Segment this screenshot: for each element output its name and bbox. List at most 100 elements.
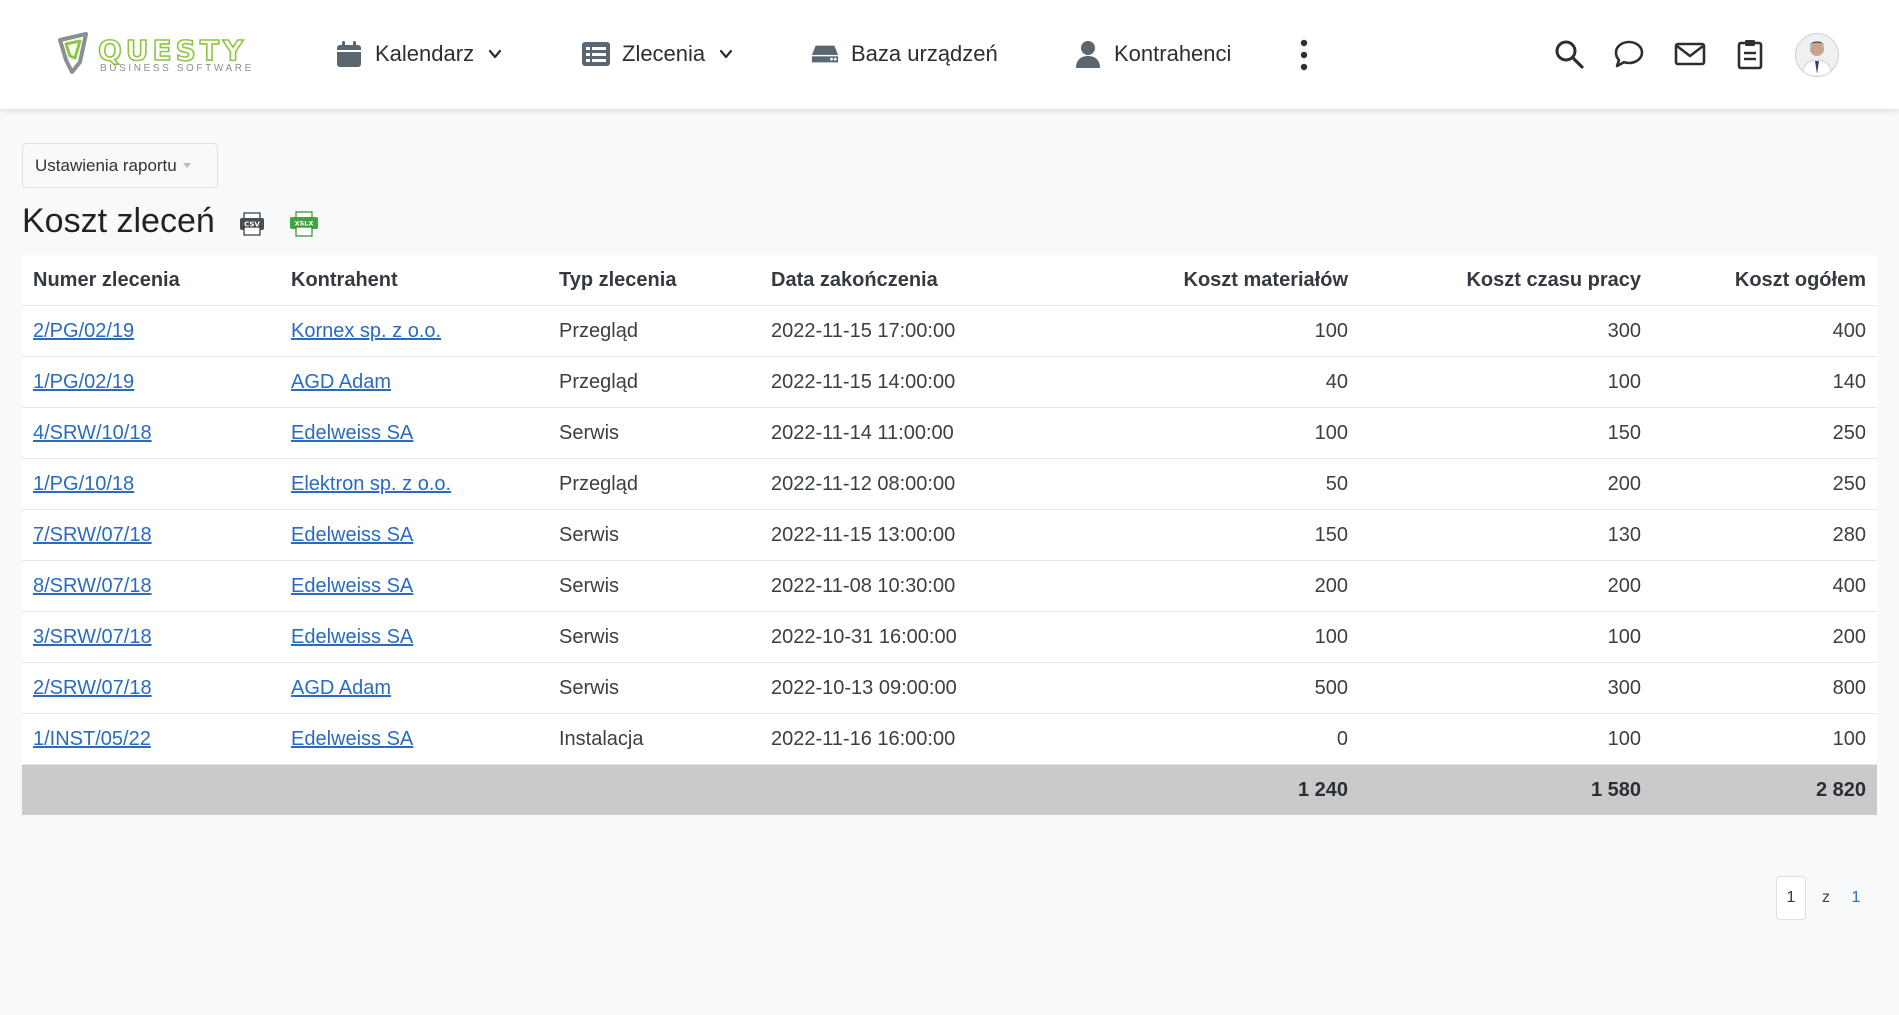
materials-cost: 50 [1066,458,1359,510]
contractor-cell: Edelweiss SA [280,509,548,561]
order-cell: 1/INST/05/22 [22,713,280,765]
export-xlsx-icon[interactable]: XSLX [289,211,319,237]
cost-report-table: Numer zlecenia Kontrahent Typ zlecenia D… [22,255,1877,815]
end-date: 2022-11-08 10:30:00 [760,560,1066,612]
user-avatar[interactable] [1795,33,1839,77]
order-type: Przegląd [548,458,760,510]
materials-cost: 150 [1066,509,1359,561]
total-cost: 100 [1652,713,1877,765]
search-icon[interactable] [1553,38,1585,70]
page-title: Koszt zleceń [22,202,215,240]
total-cost: 250 [1652,458,1877,510]
order-type: Serwis [548,611,760,663]
contractor-link[interactable]: Edelweiss SA [291,728,413,750]
materials-cost: 100 [1066,611,1359,663]
materials-cost: 200 [1066,560,1359,612]
calendar-icon [335,40,363,68]
user-icon [1074,40,1102,68]
column-header-labor[interactable]: Koszt czasu pracy [1359,255,1652,306]
total-cost: 250 [1652,407,1877,459]
total-cost: 800 [1652,662,1877,714]
labor-cost: 100 [1359,356,1652,408]
totals-empty-cell [280,764,548,815]
end-date: 2022-11-15 13:00:00 [760,509,1066,561]
order-type: Przegląd [548,305,760,357]
chat-icon[interactable] [1613,38,1645,70]
end-date: 2022-11-15 17:00:00 [760,305,1066,357]
last-page-link[interactable]: 1 [1846,889,1866,907]
labor-cost: 200 [1359,458,1652,510]
order-link[interactable]: 2/SRW/07/18 [33,677,152,699]
nav-devices[interactable]: Baza urządzeń [811,36,998,72]
export-xlsx-text: XSLX [295,220,314,228]
table-row: 2/PG/02/19 Kornex sp. z o.o. Przegląd 20… [22,305,1877,357]
order-link[interactable]: 4/SRW/10/18 [33,422,152,444]
totals-row: 1 240 1 580 2 820 [22,764,1877,815]
total-cost: 140 [1652,356,1877,408]
contractor-link[interactable]: Elektron sp. z o.o. [291,473,451,495]
order-cell: 2/SRW/07/18 [22,662,280,714]
contractor-link[interactable]: AGD Adam [291,371,391,393]
export-csv-icon[interactable]: CSV [239,212,265,236]
order-cell: 7/SRW/07/18 [22,509,280,561]
end-date: 2022-10-13 09:00:00 [760,662,1066,714]
labor-cost: 100 [1359,611,1652,663]
table-row: 2/SRW/07/18 AGD Adam Serwis 2022-10-13 0… [22,662,1877,714]
column-header-total[interactable]: Koszt ogółem [1652,255,1877,306]
labor-cost: 100 [1359,713,1652,765]
order-link[interactable]: 7/SRW/07/18 [33,524,152,546]
labor-cost: 200 [1359,560,1652,612]
order-link[interactable]: 1/PG/10/18 [33,473,134,495]
column-header-end-date[interactable]: Data zakończenia [760,255,1066,306]
column-header-order[interactable]: Numer zlecenia [22,255,280,306]
contractor-link[interactable]: Edelweiss SA [291,422,413,444]
contractor-link[interactable]: Edelweiss SA [291,626,413,648]
contractor-cell: Elektron sp. z o.o. [280,458,548,510]
order-type: Serwis [548,407,760,459]
materials-cost: 100 [1066,305,1359,357]
current-page-input[interactable]: 1 [1776,876,1806,920]
chevron-down-icon [488,49,502,59]
materials-cost: 500 [1066,662,1359,714]
contractor-link[interactable]: Edelweiss SA [291,524,413,546]
order-link[interactable]: 1/INST/05/22 [33,728,151,750]
questy-logo[interactable]: QUESTY BUSINESS SOFTWARE [56,32,278,76]
column-header-type[interactable]: Typ zlecenia [548,255,760,306]
order-link[interactable]: 1/PG/02/19 [33,371,134,393]
clipboard-icon[interactable] [1734,38,1766,70]
nav-orders[interactable]: Zlecenia [582,36,733,72]
contractor-link[interactable]: Edelweiss SA [291,575,413,597]
avatar-image [1796,34,1838,76]
labor-cost: 300 [1359,662,1652,714]
total-labor-cost: 1 580 [1359,764,1652,815]
order-cell: 8/SRW/07/18 [22,560,280,612]
order-link[interactable]: 3/SRW/07/18 [33,626,152,648]
order-link[interactable]: 2/PG/02/19 [33,320,134,342]
order-cell: 1/PG/10/18 [22,458,280,510]
top-navbar: QUESTY BUSINESS SOFTWARE Kalendarz Zlece… [0,0,1899,109]
contractor-cell: AGD Adam [280,662,548,714]
contractor-cell: Edelweiss SA [280,713,548,765]
contractor-link[interactable]: AGD Adam [291,677,391,699]
order-type: Serwis [548,560,760,612]
nav-contractors[interactable]: Kontrahenci [1074,36,1231,72]
nav-calendar[interactable]: Kalendarz [335,36,502,72]
contractor-cell: Edelweiss SA [280,560,548,612]
column-header-materials[interactable]: Koszt materiałów [1066,255,1359,306]
order-link[interactable]: 8/SRW/07/18 [33,575,152,597]
table-row: 8/SRW/07/18 Edelweiss SA Serwis 2022-11-… [22,560,1877,612]
report-settings-dropdown[interactable]: Ustawienia raportu [22,143,218,188]
total-cost: 200 [1652,611,1877,663]
end-date: 2022-11-12 08:00:00 [760,458,1066,510]
export-csv-text: CSV [244,221,260,229]
pagination-separator: z [1822,889,1830,906]
mail-icon[interactable] [1674,38,1706,70]
questy-logo-mark-icon [58,32,88,74]
nav-contractors-label: Kontrahenci [1114,41,1232,66]
table-row: 1/PG/02/19 AGD Adam Przegląd 2022-11-15 … [22,356,1877,408]
labor-cost: 300 [1359,305,1652,357]
contractor-link[interactable]: Kornex sp. z o.o. [291,320,441,342]
nav-calendar-label: Kalendarz [375,41,475,66]
more-menu-icon[interactable] [1296,38,1312,72]
column-header-contractor[interactable]: Kontrahent [280,255,548,306]
